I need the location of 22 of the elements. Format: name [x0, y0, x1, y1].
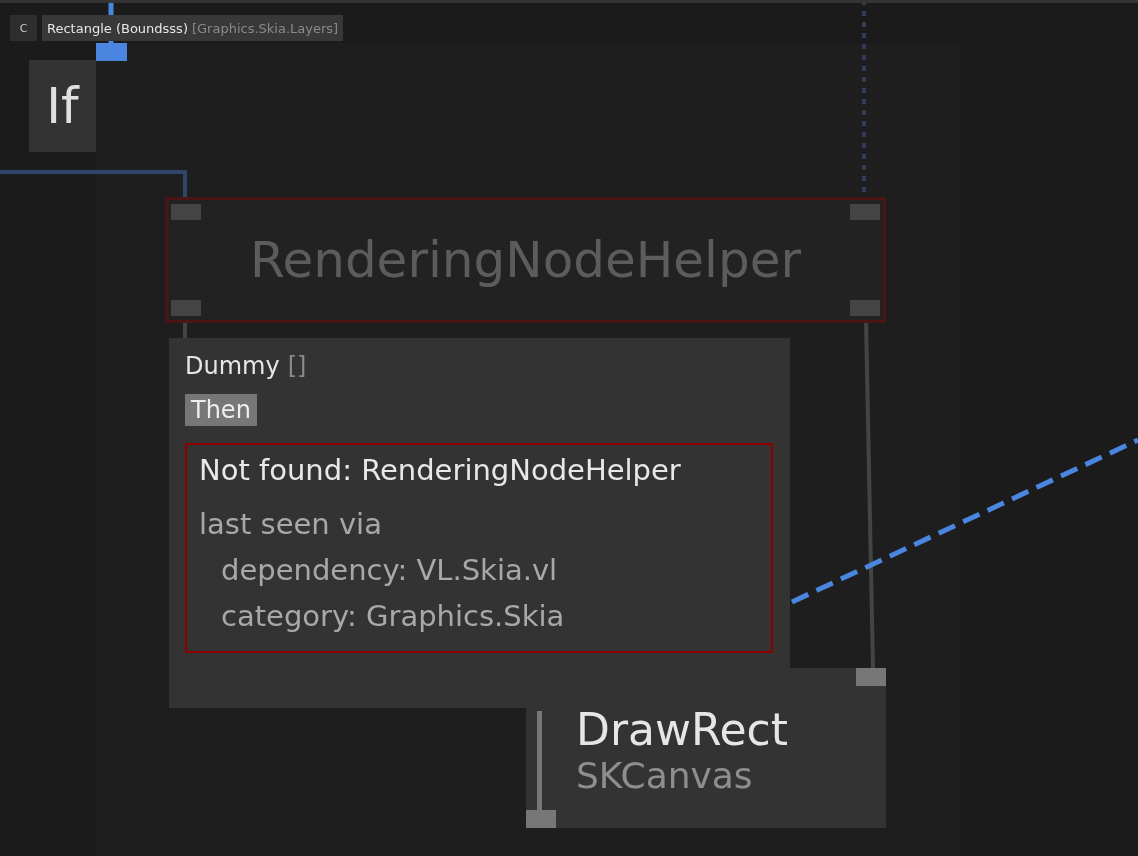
node-label: DrawRect — [576, 706, 790, 754]
node-label: RenderingNodeHelper — [249, 231, 802, 289]
error-heading: Not found: RenderingNodeHelper — [199, 453, 682, 487]
tooltip-suffix: [] — [287, 352, 307, 380]
node-category: [Graphics.Skia.Layers] — [191, 20, 339, 36]
pin[interactable] — [171, 204, 201, 220]
pin[interactable] — [171, 300, 201, 316]
pin[interactable] — [850, 204, 880, 220]
node[interactable]: If — [29, 60, 96, 152]
pin[interactable] — [96, 43, 127, 61]
node-title: Rectangle (Boundsss) — [47, 20, 188, 36]
pin[interactable] — [856, 668, 886, 686]
tooltip-title: Dummy — [185, 352, 280, 380]
pin[interactable] — [526, 810, 556, 828]
pin-label: Then — [185, 394, 257, 426]
error-detail: dependency: VL.Skia.vl — [220, 552, 559, 589]
node-subtitle: SKCanvas — [576, 754, 754, 798]
node-label: If — [46, 77, 79, 135]
pin[interactable] — [850, 300, 880, 316]
error-text: last seen via — [199, 506, 383, 543]
type-badge: C — [10, 15, 37, 41]
error-detail: category: Graphics.Skia — [220, 598, 566, 635]
